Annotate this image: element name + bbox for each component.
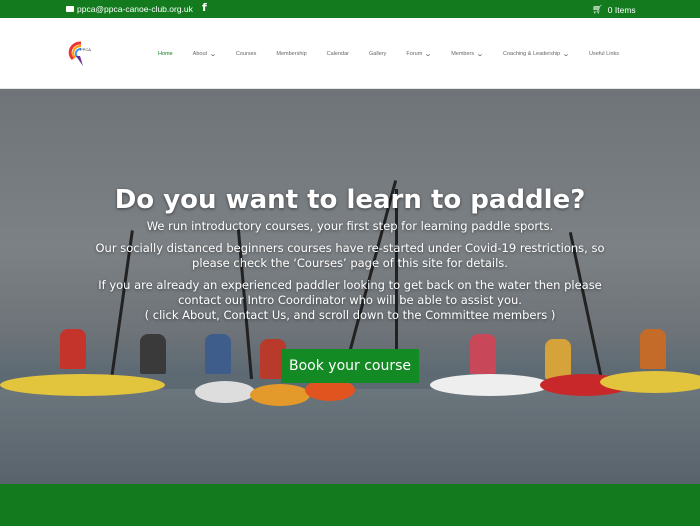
nav-label: About — [192, 51, 208, 57]
email-link[interactable]: ppca@ppca-canoe-club.org.uk — [66, 4, 193, 14]
nav-calendar[interactable]: Calendar — [327, 50, 349, 58]
site-header: PPCA Home About ⌄ Courses Membership Cale… — [0, 18, 700, 89]
nav-membership[interactable]: Membership — [276, 50, 306, 58]
chevron-down-icon: ⌄ — [208, 51, 218, 58]
footer-band — [0, 484, 700, 526]
nav-useful-links[interactable]: Useful Links — [589, 50, 619, 58]
nav-label: Forum — [406, 51, 423, 57]
paddler — [60, 329, 86, 369]
kayak — [195, 381, 255, 403]
water — [0, 389, 700, 484]
hero-title: Do you want to learn to paddle? — [114, 185, 586, 215]
hero-contact-hint: ( click About, Contact Us, and scroll do… — [144, 308, 556, 322]
hero-covid-note: Our socially distanced beginners courses… — [95, 241, 605, 270]
nav-label: Calendar — [326, 51, 349, 57]
nav-gallery[interactable]: Gallery — [369, 50, 386, 58]
paddler — [140, 334, 166, 374]
nav-label: Useful Links — [589, 51, 620, 57]
hero-section: Do you want to learn to paddle? We run i… — [0, 89, 700, 484]
book-course-button[interactable]: Book your course — [281, 349, 419, 383]
kayak — [0, 374, 165, 396]
paddler — [205, 334, 231, 374]
nav-label: Courses — [235, 51, 257, 57]
hero-intro: We run introductory courses, your first … — [146, 219, 554, 233]
cart-count: 0 Items — [607, 4, 636, 15]
kayak — [430, 374, 550, 396]
nav-label: Membership — [276, 51, 307, 57]
kayak — [600, 371, 700, 393]
main-nav: Home About ⌄ Courses Membership Calendar … — [158, 50, 639, 58]
nav-label: Gallery — [369, 51, 387, 57]
nav-coaching[interactable]: Coaching & Leadership ⌄ — [502, 50, 571, 58]
chevron-down-icon: ⌄ — [561, 51, 571, 58]
ppca-logo[interactable]: PPCA — [67, 41, 91, 67]
hero-experienced-note: If you are already an experienced paddle… — [98, 278, 602, 307]
nav-label: Coaching & Leadership — [502, 51, 561, 57]
top-bar: ppca@ppca-canoe-club.org.uk f 🛒︎ 0 Items — [0, 0, 700, 18]
paddler — [545, 339, 571, 379]
nav-members[interactable]: Members ⌄ — [451, 50, 485, 58]
facebook-icon[interactable]: f — [202, 1, 207, 14]
cart-icon: 🛒︎ — [592, 4, 603, 14]
nav-forum[interactable]: Forum ⌄ — [406, 50, 433, 58]
logo-text: PPCA — [80, 47, 91, 52]
paddler — [640, 329, 666, 369]
nav-about[interactable]: About ⌄ — [192, 50, 218, 58]
nav-label: Members — [451, 51, 475, 57]
envelope-icon — [66, 6, 74, 12]
hero-text: Do you want to learn to paddle? We run i… — [0, 185, 700, 330]
kayak — [250, 384, 310, 406]
cart-link[interactable]: 🛒︎ 0 Items — [592, 4, 636, 15]
nav-courses[interactable]: Courses — [236, 50, 256, 58]
nav-home[interactable]: Home — [158, 50, 173, 58]
nav-label: Home — [158, 51, 173, 57]
paddler — [470, 334, 496, 374]
chevron-down-icon: ⌄ — [424, 51, 433, 58]
chevron-down-icon: ⌄ — [475, 51, 485, 58]
email-text: ppca@ppca-canoe-club.org.uk — [77, 4, 193, 14]
